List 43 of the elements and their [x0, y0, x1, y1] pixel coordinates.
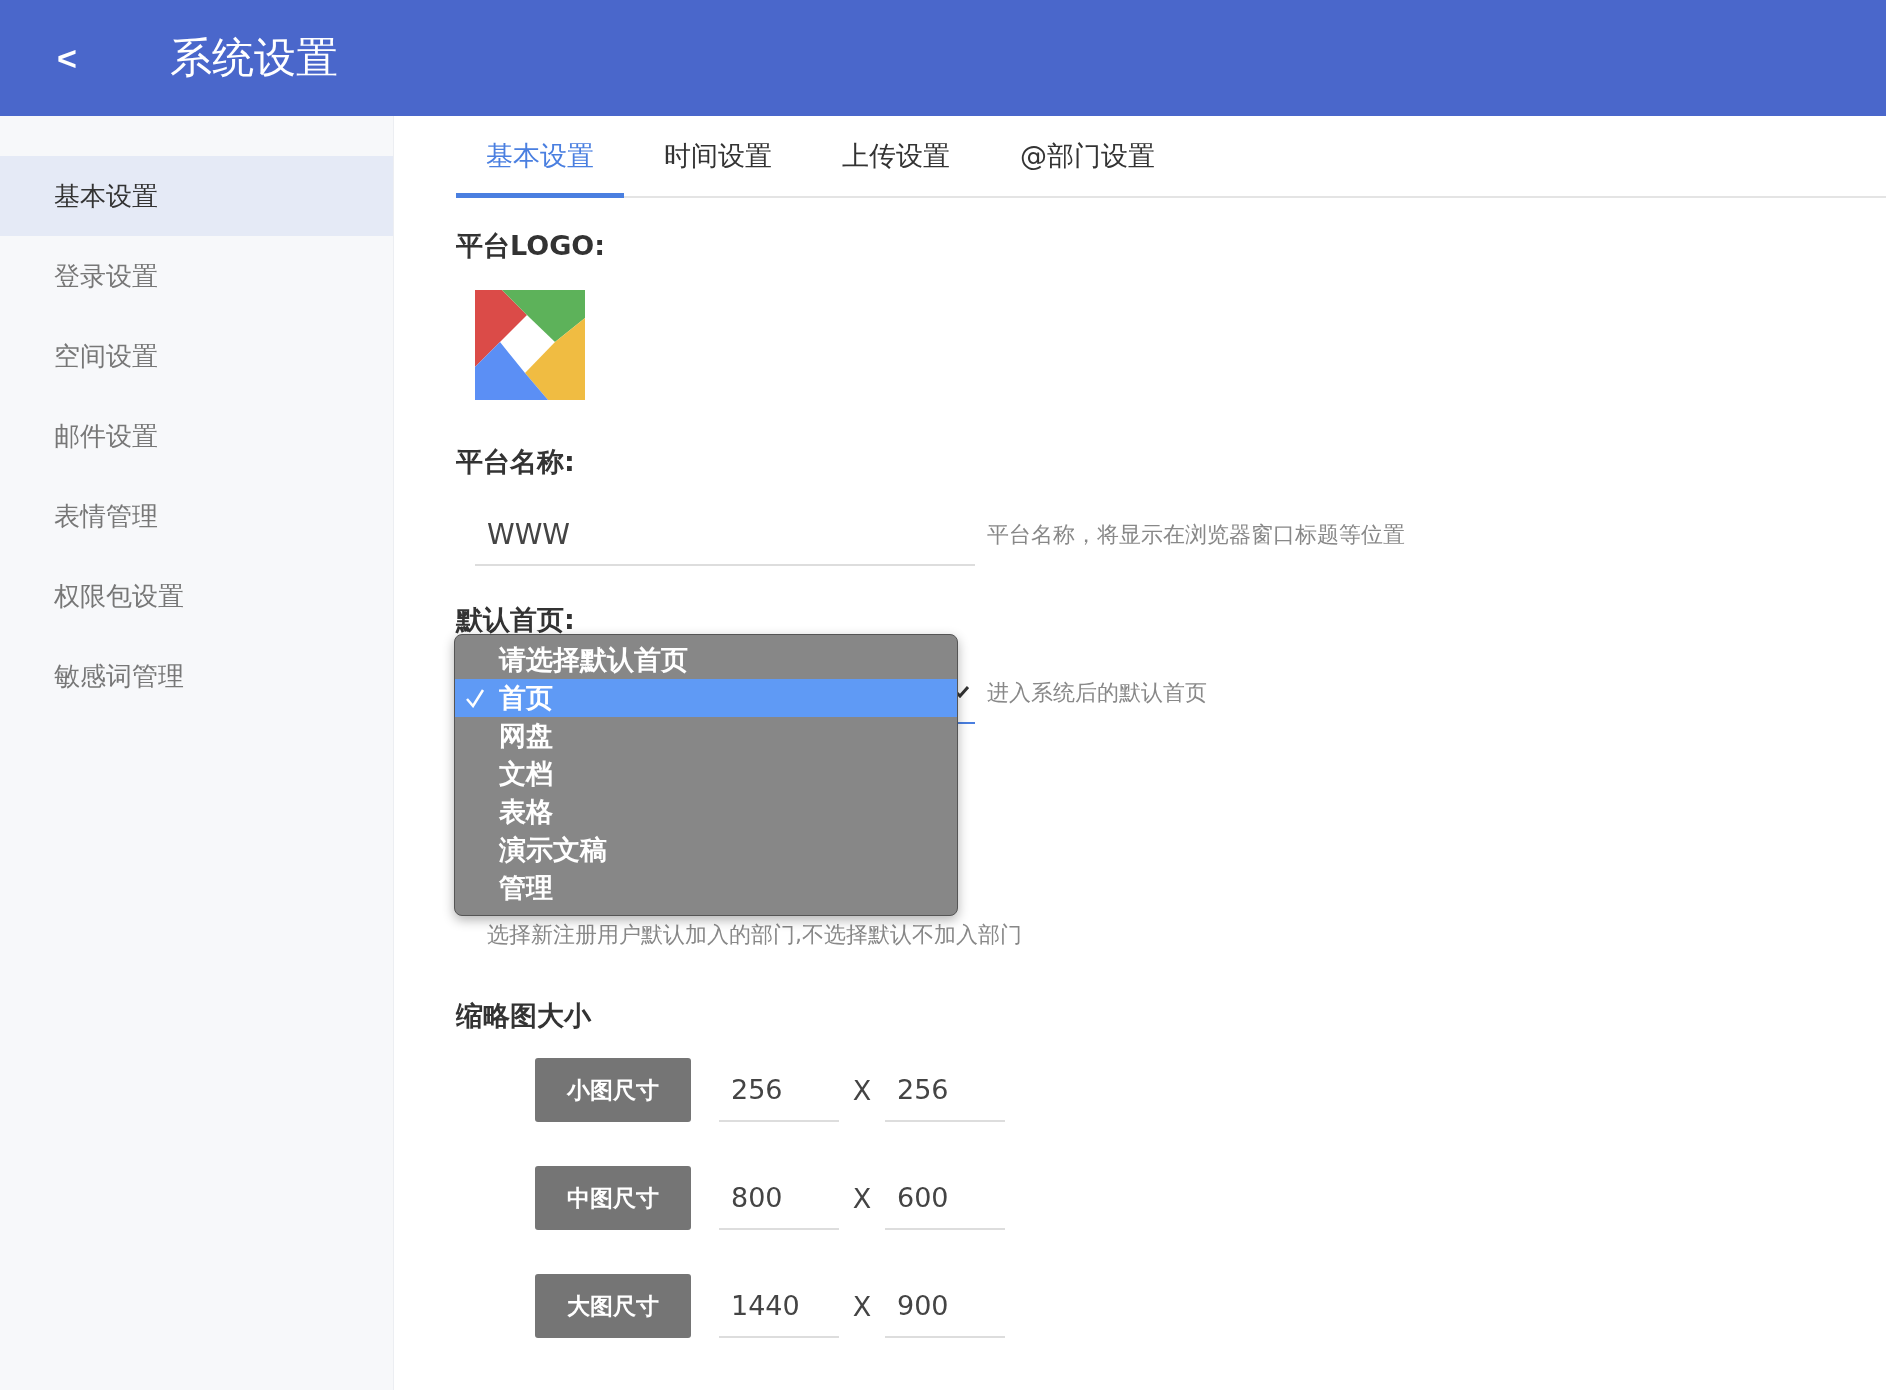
check-icon: [955, 686, 969, 698]
tab[interactable]: 基本设置: [456, 118, 624, 198]
sidebar-item[interactable]: 表情管理: [0, 476, 393, 556]
size-button[interactable]: 中图尺寸: [535, 1166, 691, 1230]
field-label: 平台名称:: [456, 445, 575, 479]
back-button[interactable]: <: [52, 38, 82, 78]
sidebar-item[interactable]: 权限包设置: [0, 556, 393, 636]
sidebar-item[interactable]: 空间设置: [0, 316, 393, 396]
sidebar-item[interactable]: 邮件设置: [0, 396, 393, 476]
height-field[interactable]: 900: [885, 1274, 1005, 1338]
dropdown-option[interactable]: 网盘: [455, 717, 957, 755]
dropdown-option[interactable]: 请选择默认首页: [455, 641, 957, 679]
page-title: 系统设置: [170, 32, 338, 84]
logo-icon: [475, 290, 585, 400]
dropdown-option[interactable]: 文档: [455, 755, 957, 793]
height-field[interactable]: 600: [885, 1166, 1005, 1230]
times-sign: X: [851, 1290, 873, 1322]
tab[interactable]: 时间设置: [634, 118, 802, 198]
dropdown-option[interactable]: 管理: [455, 869, 957, 907]
dropdown-option[interactable]: 表格: [455, 793, 957, 831]
field-hint: 平台名称，将显示在浏览器窗口标题等位置: [987, 521, 1405, 549]
field-hint: 进入系统后的默认首页: [987, 679, 1207, 707]
tab[interactable]: 上传设置: [812, 118, 980, 198]
times-sign: X: [851, 1182, 873, 1214]
dropdown-option[interactable]: 演示文稿: [455, 831, 957, 869]
height-field[interactable]: 256: [885, 1058, 1005, 1122]
sidebar-item[interactable]: 登录设置: [0, 236, 393, 316]
field-hint: 选择新注册用户默认加入的部门,不选择默认不加入部门: [487, 921, 1022, 949]
section-title: 缩略图大小: [456, 999, 591, 1033]
field-label: 默认首页:: [456, 603, 575, 637]
width-field[interactable]: 800: [719, 1166, 839, 1230]
sidebar-item[interactable]: 敏感词管理: [0, 636, 393, 716]
size-button[interactable]: 大图尺寸: [535, 1274, 691, 1338]
width-field[interactable]: 256: [719, 1058, 839, 1122]
times-sign: X: [851, 1074, 873, 1106]
width-field[interactable]: 1440: [719, 1274, 839, 1338]
check-icon: [465, 688, 485, 708]
dropdown-option[interactable]: 首页: [455, 679, 957, 717]
tab[interactable]: @部门设置: [990, 118, 1185, 198]
size-button[interactable]: 小图尺寸: [535, 1058, 691, 1122]
field-label: 平台LOGO:: [456, 229, 606, 263]
platform-name-field[interactable]: WWW: [475, 504, 975, 566]
sidebar-item[interactable]: 基本设置: [0, 156, 393, 236]
